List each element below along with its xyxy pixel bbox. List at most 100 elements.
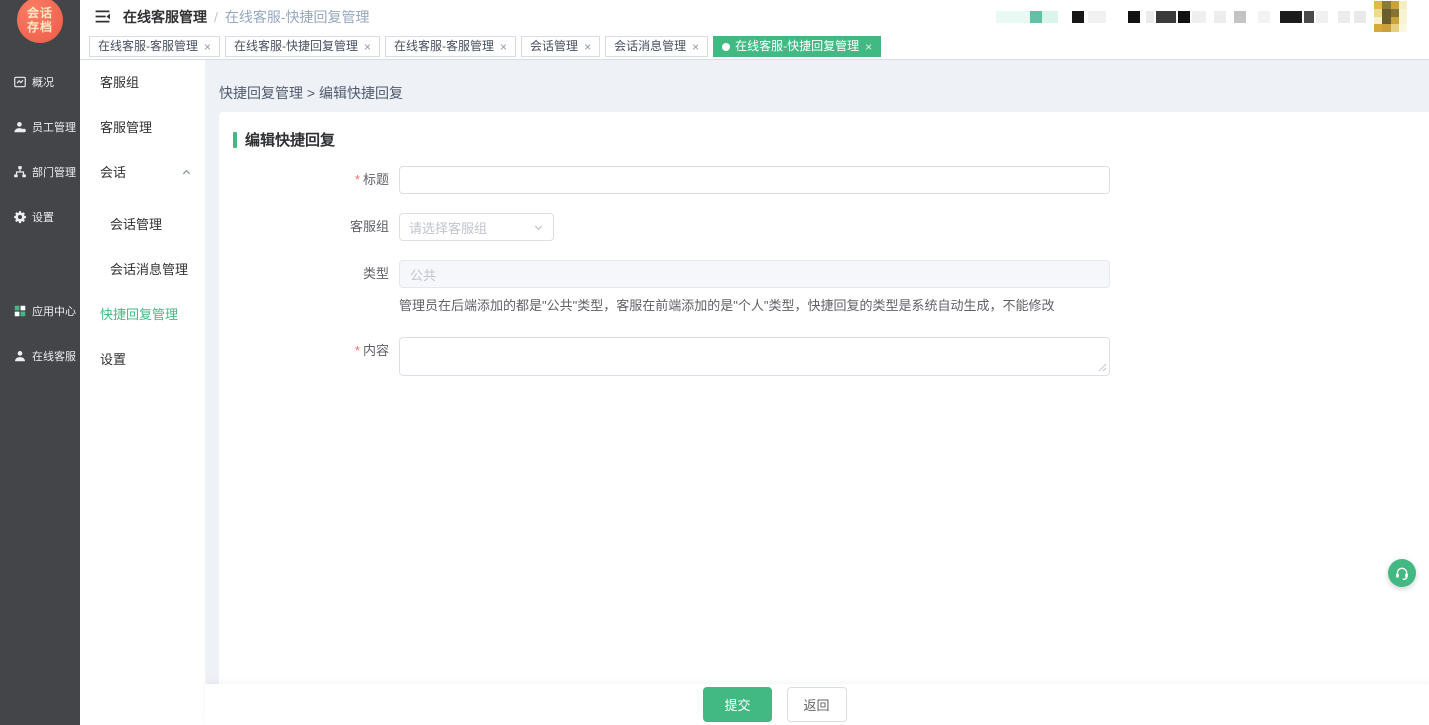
sidebar-item-online-service[interactable]: 在线客服 [0,333,80,378]
header: 在线客服管理 / 在线客服-快捷回复管理 [80,0,1429,33]
sidebar-item-kefu-guanli[interactable]: 客服管理 [80,105,205,150]
field-col: 公共 [399,260,1110,288]
sidebar-item-label: 会话管理 [110,217,162,232]
close-icon[interactable]: × [204,41,211,53]
tab-huihua-guanli[interactable]: 会话管理 × [521,36,600,57]
redacted-block [1258,11,1270,23]
customer-service-float-button[interactable] [1388,559,1416,587]
sidebar-item-app-center[interactable]: 应用中心 [0,288,80,333]
online-service-icon [13,349,27,363]
close-icon[interactable]: × [364,41,371,53]
select-placeholder: 请选择客服组 [409,218,487,237]
redacted-block [1146,11,1154,23]
sidebar-item-label: 客服管理 [100,120,152,135]
redacted-block [1042,11,1058,23]
redacted-block [1192,11,1206,23]
sidebar-item-overview[interactable]: 概况 [0,59,80,104]
tab-label: 在线客服-客服管理 [98,37,198,56]
submit-button[interactable]: 提交 [703,687,771,722]
avatar[interactable] [1374,1,1407,32]
sidebar-item-kefuzu[interactable]: 客服组 [80,60,205,105]
active-dot [722,43,730,51]
sidebar-item-employees[interactable]: 员工管理 [0,104,80,149]
redacted-block [1214,11,1226,23]
redacted-block [1030,11,1042,23]
close-icon[interactable]: × [692,41,699,53]
sidebar-item-settings[interactable]: 设置 [0,194,80,239]
menu-fold-icon[interactable] [94,8,111,25]
redacted-block [1316,11,1328,23]
sidebar-item-label: 部门管理 [32,164,76,180]
sidebar-item-kuaijie-huifu[interactable]: 快捷回复管理 [80,292,205,337]
edit-card: 编辑快捷回复 *标题 客服组 [219,112,1429,684]
redacted-block [1088,11,1106,23]
avatar-pixel [1382,24,1390,32]
redacted-block [1072,11,1084,23]
edit-form: *标题 客服组 请选择客服组 [219,166,1429,376]
breadcrumb-separator: / [214,9,218,25]
sidebar-item-label: 快捷回复管理 [100,307,178,322]
tab-kuaijie-huifu-1[interactable]: 在线客服-快捷回复管理 × [225,36,380,57]
avatar-pixel [1382,1,1390,9]
type-input-disabled: 公共 [399,260,1110,288]
back-button[interactable]: 返回 [787,687,847,722]
form-footer: 提交 返回 [205,684,1429,725]
tab-label: 会话管理 [530,37,578,56]
group-label: 客服组 [350,219,389,234]
tab-huihua-xiaoxi[interactable]: 会话消息管理 × [605,36,708,57]
title-label: 标题 [363,172,389,187]
chevron-down-icon [533,222,544,233]
type-label: 类型 [363,266,389,281]
avatar-pixel [1382,9,1390,17]
required-marker: * [355,343,360,358]
screen: 会话 存档 概况 员工管理 部门管理 设置 应用中心 [0,0,1429,725]
form-row-type: 类型 公共 [219,260,1429,288]
avatar-pixel [1399,24,1407,32]
field-label: *标题 [219,166,399,194]
tab-label: 在线客服-快捷回复管理 [234,37,358,56]
app-logo[interactable]: 会话 存档 [17,0,63,43]
avatar-pixel [1374,9,1382,17]
sidebar-item-label: 设置 [32,209,54,225]
overview-chart-icon [13,75,27,89]
module-sidebar: 客服组 客服管理 会话 会话管理 会话消息管理 快捷回复管理 设置 [80,60,205,725]
redacted-block [1234,11,1246,23]
type-hint: 管理员在后端添加的都是"公共"类型，客服在前端添加的是"个人"类型，快捷回复的类… [399,296,1429,316]
logo-line1: 会话 [27,6,53,20]
title-input[interactable] [399,166,1110,194]
field-col: 请选择客服组 [399,213,554,241]
content-textarea[interactable] [399,337,1110,376]
avatar-pixel [1399,1,1407,9]
redacted-block [1178,11,1190,23]
redacted-block [1354,11,1366,23]
chevron-up-icon [181,167,192,178]
close-icon[interactable]: × [500,41,507,53]
field-col [399,166,1110,194]
type-value: 公共 [410,265,436,284]
sidebar-item-shezhi[interactable]: 设置 [80,337,205,382]
tab-kefu-guanli-1[interactable]: 在线客服-客服管理 × [89,36,220,57]
close-icon[interactable]: × [584,41,591,53]
sidebar-group-huihua[interactable]: 会话 [80,150,205,195]
content-area: 快捷回复管理 > 编辑快捷回复 编辑快捷回复 *标题 [205,60,1429,725]
sidebar-item-label: 会话 [100,165,126,180]
sidebar-item-label: 设置 [100,352,126,367]
card-title-row: 编辑快捷回复 [233,129,1429,150]
sidebar-item-departments[interactable]: 部门管理 [0,149,80,194]
tab-kuaijie-huifu-active[interactable]: 在线客服-快捷回复管理 × [713,36,881,57]
redacted-block [1280,11,1302,23]
tab-kefu-guanli-2[interactable]: 在线客服-客服管理 × [385,36,516,57]
field-label: 客服组 [219,213,399,241]
sidebar-item-huihua-guanli[interactable]: 会话管理 [80,202,205,247]
field-label: 类型 [219,260,399,288]
avatar-pixel [1399,17,1407,25]
close-icon[interactable]: × [865,41,872,53]
group-select[interactable]: 请选择客服组 [399,213,554,241]
form-row-group: 客服组 请选择客服组 [219,213,1429,241]
form-row-title: *标题 [219,166,1429,194]
sidebar-item-label: 在线客服 [32,348,76,364]
redacted-block [1338,11,1350,23]
sidebar-item-huihua-xiaoxi[interactable]: 会话消息管理 [80,247,205,292]
tab-label: 在线客服-客服管理 [394,37,494,56]
avatar-pixel [1374,24,1382,32]
